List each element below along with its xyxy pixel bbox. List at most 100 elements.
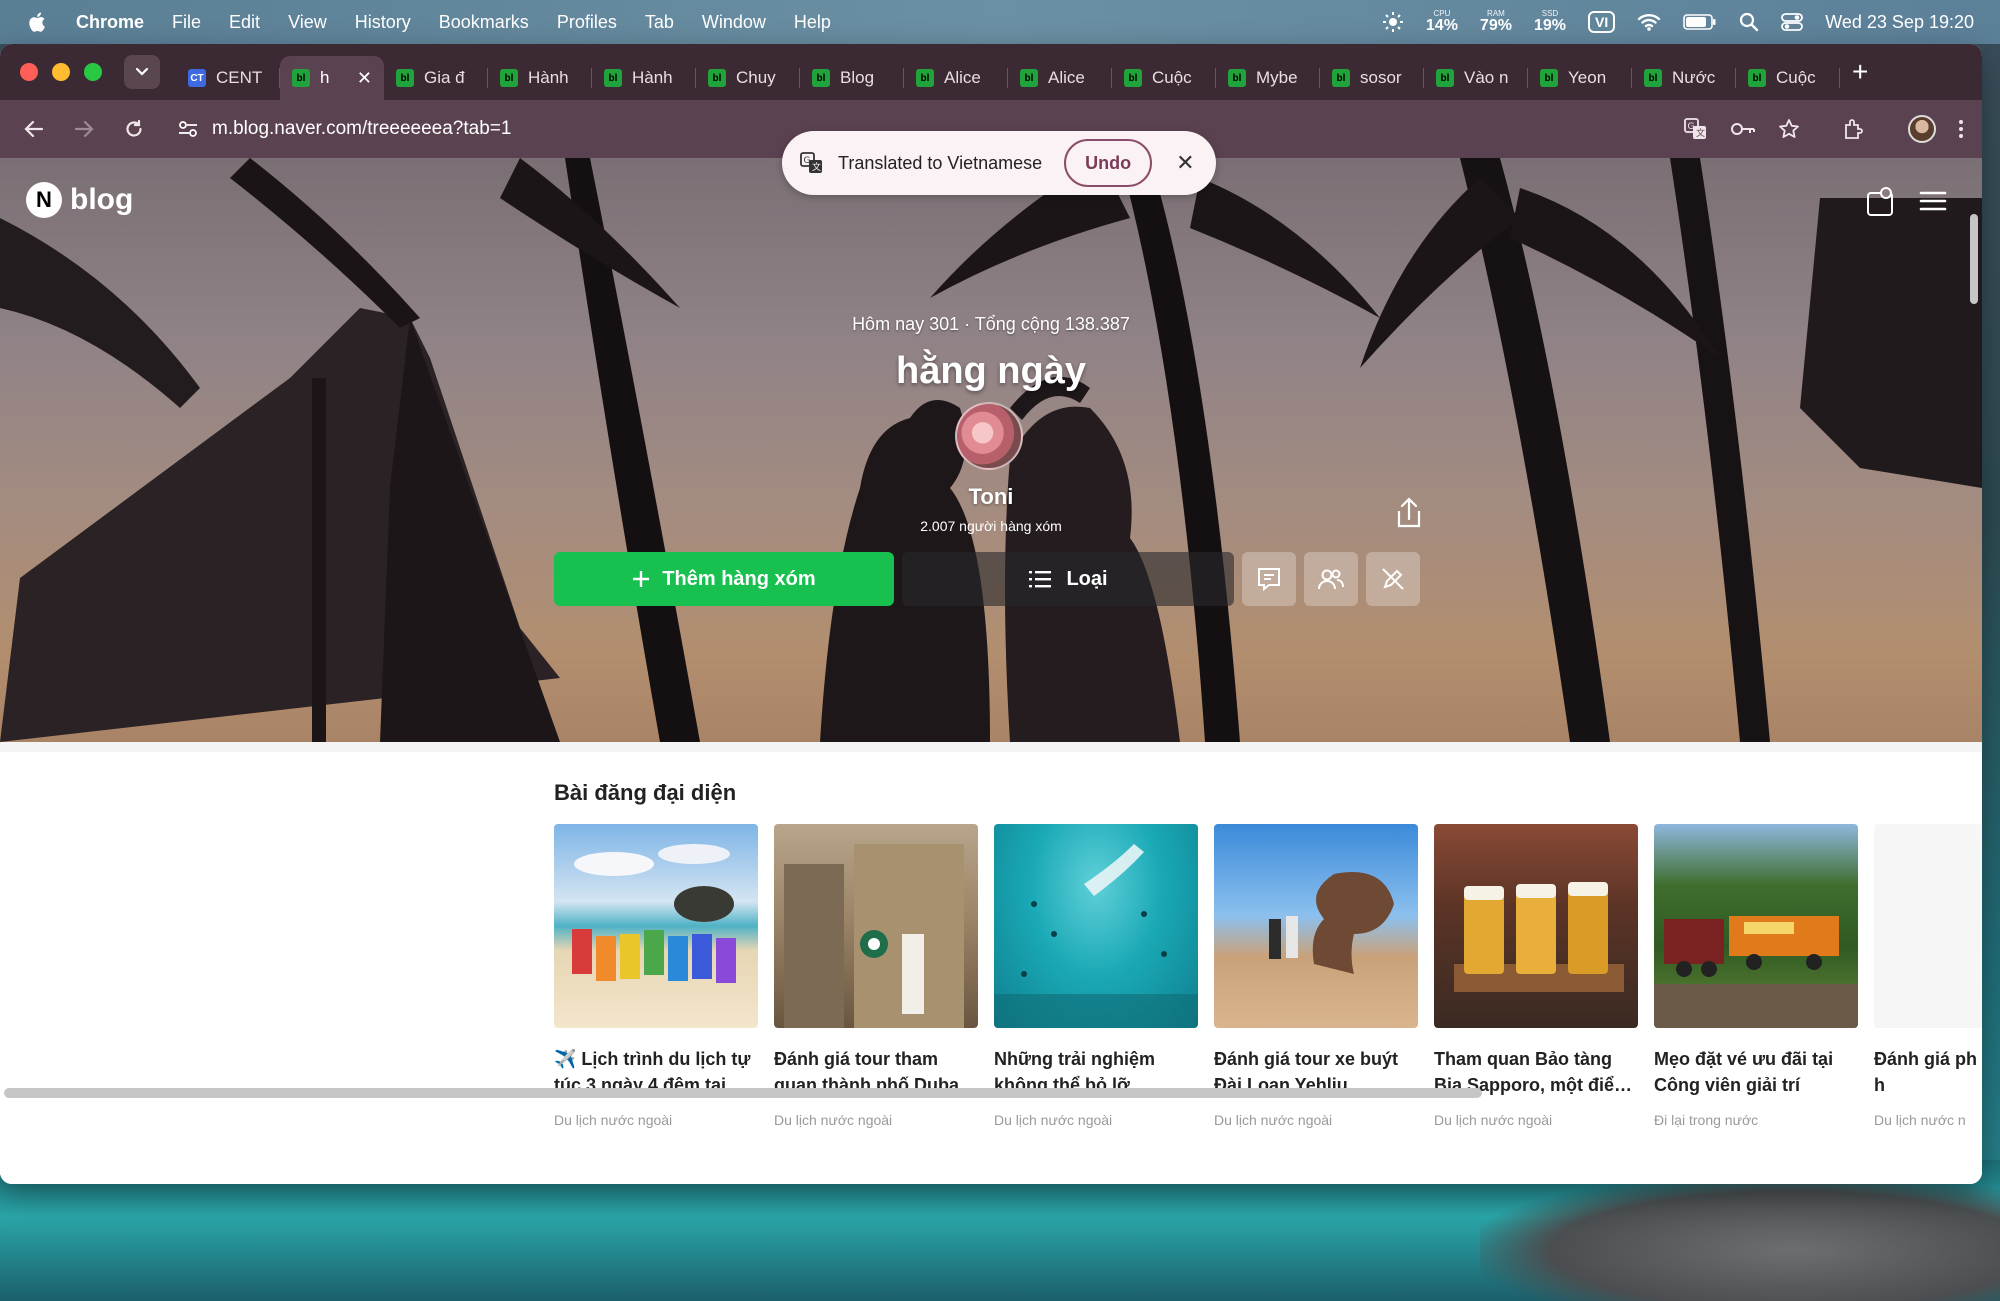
clock[interactable]: Wed 23 Sep 19:20 [1825, 12, 1974, 33]
forward-button[interactable] [68, 113, 100, 145]
url-text[interactable]: m.blog.naver.com/treeeeeea?tab=1 [212, 118, 511, 140]
reload-icon [126, 119, 142, 137]
neighbor-count[interactable]: 2.007 người hàng xóm [0, 518, 1982, 534]
close-tab-icon[interactable]: ✕ [357, 68, 372, 89]
browser-tab[interactable]: bl Nước [1632, 56, 1736, 100]
menu-history[interactable]: History [355, 12, 411, 33]
post-thumbnail[interactable] [994, 824, 1198, 1028]
post-thumbnail[interactable] [1214, 824, 1418, 1028]
input-source-badge[interactable]: VI [1587, 11, 1616, 33]
naver-blog-logo[interactable]: N blog [26, 182, 133, 218]
profile-name[interactable]: Toni [0, 484, 1982, 510]
vertical-scrollbar[interactable] [1970, 214, 1978, 304]
extensions-icon[interactable] [1842, 117, 1866, 141]
translate-icon: G文 [800, 152, 822, 173]
site-settings-icon[interactable] [178, 120, 198, 138]
favicon-icon: bl [708, 69, 726, 87]
category-button[interactable]: Loại [902, 552, 1234, 606]
browser-tab[interactable]: bl Blog [800, 56, 904, 100]
control-center-icon[interactable] [1781, 12, 1804, 32]
post-thumbnail[interactable] [554, 824, 758, 1028]
menu-view[interactable]: View [288, 12, 327, 33]
menu-help[interactable]: Help [794, 12, 831, 33]
tabs-container: CT CENT bl h ✕ bl Gia đ bl Hành bl Hành bl Chuy bl Blo… [176, 44, 1840, 100]
post-title[interactable]: Mẹo đặt vé ưu đãi tại Công viên giải trí… [1654, 1046, 1858, 1098]
post-thumbnail[interactable] [1654, 824, 1858, 1028]
browser-tab[interactable]: bl Yeon [1528, 56, 1632, 100]
write-post-button[interactable] [1366, 552, 1420, 606]
browser-tab[interactable]: bl Mybe [1216, 56, 1320, 100]
password-key-icon[interactable] [1730, 120, 1756, 138]
browser-tab[interactable]: bl sosor [1320, 56, 1424, 100]
post-card[interactable]: Đánh giá tour xe buýt Đài Loan Yehliu, S… [1214, 824, 1418, 1128]
browser-tab[interactable]: bl Hành [592, 56, 696, 100]
browser-tab[interactable]: CT CENT [176, 56, 280, 100]
post-card[interactable]: Tham quan Bảo tàng Bia Sapporo, một điể…… [1434, 824, 1638, 1128]
close-popup-button[interactable]: ✕ [1176, 150, 1194, 176]
profile-avatar[interactable] [1908, 115, 1936, 143]
menu-tab[interactable]: Tab [645, 12, 674, 33]
browser-tab[interactable]: bl Hành [488, 56, 592, 100]
my-blog-icon[interactable] [1864, 184, 1898, 218]
browser-tab[interactable]: bl Cuộc [1112, 56, 1216, 100]
menu-edit[interactable]: Edit [229, 12, 260, 33]
favicon-icon: bl [1332, 69, 1350, 87]
browser-tab[interactable]: bl h ✕ [280, 56, 384, 100]
bookmark-star-icon[interactable] [1778, 118, 1800, 140]
maximize-window-button[interactable] [84, 63, 102, 81]
post-card[interactable]: Đánh giá ph Twin View h Du lịch nước n [1874, 824, 1982, 1128]
reload-button[interactable] [118, 113, 150, 145]
post-title[interactable]: Đánh giá ph Twin View h [1874, 1046, 1982, 1098]
browser-tab[interactable]: bl Alice [1008, 56, 1112, 100]
browser-tab[interactable]: bl Chuy [696, 56, 800, 100]
ram-stat[interactable]: RAM 79% [1480, 10, 1512, 34]
browser-tab[interactable]: bl Gia đ [384, 56, 488, 100]
kebab-menu-icon[interactable] [1958, 119, 1964, 139]
close-window-button[interactable] [20, 63, 38, 81]
menu-window[interactable]: Window [702, 12, 766, 33]
post-card[interactable]: Những trải nghiệm không thể bỏ lỡ trong…… [994, 824, 1198, 1128]
add-neighbor-button[interactable]: Thêm hàng xóm [554, 552, 894, 606]
brand-label: blog [70, 183, 134, 216]
browser-tab[interactable]: bl Alice [904, 56, 1008, 100]
menu-file[interactable]: File [172, 12, 201, 33]
wifi-icon[interactable] [1637, 12, 1661, 32]
back-button[interactable] [18, 113, 50, 145]
translate-icon[interactable]: G文 [1684, 118, 1708, 140]
post-card[interactable]: ✈️ Lịch trình du lịch tự túc 3 ngày 4 đê… [554, 824, 758, 1128]
post-thumbnail[interactable] [1434, 824, 1638, 1028]
beer-flight-image [1454, 882, 1624, 992]
hamburger-menu-icon[interactable] [1916, 184, 1950, 218]
profile-avatar-large[interactable] [955, 402, 1023, 470]
post-card[interactable]: Mẹo đặt vé ưu đãi tại Công viên giải trí… [1654, 824, 1858, 1128]
post-thumbnail[interactable] [774, 824, 978, 1028]
spotlight-search-icon[interactable] [1739, 12, 1759, 32]
menu-bar: Chrome File Edit View History Bookmarks … [0, 0, 2000, 44]
dubai-building-image [784, 844, 964, 1028]
tab-label: Alice [944, 68, 981, 87]
apple-icon[interactable] [26, 10, 50, 34]
new-tab-button[interactable]: + [1852, 56, 1868, 88]
post-thumbnail[interactable] [1874, 824, 1982, 1028]
browser-tab[interactable]: bl Vào n [1424, 56, 1528, 100]
menu-profiles[interactable]: Profiles [557, 12, 617, 33]
browser-tab[interactable]: bl Cuộc [1736, 56, 1840, 100]
battery-icon[interactable] [1683, 13, 1717, 31]
post-card[interactable]: Đánh giá tour tham quan thành phố Duba… … [774, 824, 978, 1128]
guestbook-button[interactable] [1242, 552, 1296, 606]
neighbors-button[interactable] [1304, 552, 1358, 606]
menu-app-name[interactable]: Chrome [76, 12, 144, 33]
ssd-stat[interactable]: SSD 19% [1534, 10, 1566, 34]
tab-label: sosor [1360, 68, 1402, 87]
horizontal-scrollbar[interactable] [4, 1088, 1482, 1098]
tab-search-button[interactable] [124, 55, 160, 89]
share-icon[interactable] [1394, 496, 1424, 530]
naver-n-icon: N [26, 182, 62, 218]
menu-bookmarks[interactable]: Bookmarks [439, 12, 529, 33]
cpu-stat[interactable]: CPU 14% [1426, 10, 1458, 34]
tab-label: Gia đ [424, 68, 465, 87]
undo-translate-button[interactable]: Undo [1064, 139, 1153, 187]
brightness-icon[interactable] [1382, 11, 1404, 33]
minimize-window-button[interactable] [52, 63, 70, 81]
blog-title: hằng ngày [895, 350, 1087, 392]
